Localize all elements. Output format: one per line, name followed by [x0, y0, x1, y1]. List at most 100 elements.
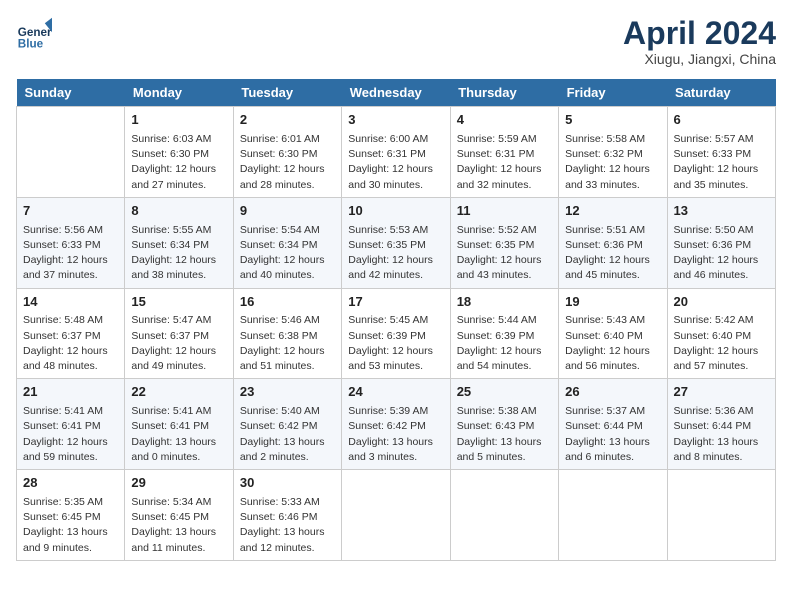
- day-number: 2: [240, 111, 335, 130]
- day-number: 4: [457, 111, 552, 130]
- calendar-cell: 21Sunrise: 5:41 AM Sunset: 6:41 PM Dayli…: [17, 379, 125, 470]
- day-number: 10: [348, 202, 443, 221]
- weekday-header: Sunday: [17, 79, 125, 107]
- day-number: 21: [23, 383, 118, 402]
- day-number: 15: [131, 293, 226, 312]
- day-info: Sunrise: 5:35 AM Sunset: 6:45 PM Dayligh…: [23, 495, 118, 556]
- day-info: Sunrise: 5:57 AM Sunset: 6:33 PM Dayligh…: [674, 132, 769, 193]
- title-block: April 2024 Xiugu, Jiangxi, China: [623, 16, 776, 67]
- calendar-cell: 6 Sunrise: 5:57 AM Sunset: 6:33 PM Daylig…: [667, 107, 775, 198]
- day-info: Sunrise: 5:53 AM Sunset: 6:35 PM Dayligh…: [348, 223, 443, 284]
- calendar-cell: 24 Sunrise: 5:39 AM Sunset: 6:42 PM Dayli…: [342, 379, 450, 470]
- day-number: 11: [457, 202, 552, 221]
- calendar-cell: [450, 470, 558, 561]
- weekday-header: Monday: [125, 79, 233, 107]
- day-info: Sunrise: 5:50 AM Sunset: 6:36 PM Dayligh…: [674, 223, 769, 284]
- calendar-cell: 25Sunrise: 5:38 AM Sunset: 6:43 PM Dayli…: [450, 379, 558, 470]
- calendar-cell: 12 Sunrise: 5:51 AM Sunset: 6:36 PM Dayli…: [559, 197, 667, 288]
- calendar-cell: 2Sunrise: 6:01 AM Sunset: 6:30 PM Daylig…: [233, 107, 341, 198]
- day-number: 23: [240, 383, 335, 402]
- day-info: Sunrise: 5:43 AM Sunset: 6:40 PM Dayligh…: [565, 313, 660, 374]
- day-number: 12: [565, 202, 660, 221]
- calendar-cell: [667, 470, 775, 561]
- day-number: 27: [674, 383, 769, 402]
- day-info: Sunrise: 5:42 AM Sunset: 6:40 PM Dayligh…: [674, 313, 769, 374]
- weekday-header: Wednesday: [342, 79, 450, 107]
- calendar-cell: [559, 470, 667, 561]
- day-info: Sunrise: 5:40 AM Sunset: 6:42 PM Dayligh…: [240, 404, 335, 465]
- day-info: Sunrise: 5:54 AM Sunset: 6:34 PM Dayligh…: [240, 223, 335, 284]
- calendar-cell: 26 Sunrise: 5:37 AM Sunset: 6:44 PM Dayli…: [559, 379, 667, 470]
- calendar-cell: 1 Sunrise: 6:03 AM Sunset: 6:30 PM Daylig…: [125, 107, 233, 198]
- day-info: Sunrise: 5:55 AM Sunset: 6:34 PM Dayligh…: [131, 223, 226, 284]
- day-info: Sunrise: 5:56 AM Sunset: 6:33 PM Dayligh…: [23, 223, 118, 284]
- day-number: 17: [348, 293, 443, 312]
- calendar-cell: 13 Sunrise: 5:50 AM Sunset: 6:36 PM Dayli…: [667, 197, 775, 288]
- calendar-cell: 27 Sunrise: 5:36 AM Sunset: 6:44 PM Dayli…: [667, 379, 775, 470]
- calendar-cell: [17, 107, 125, 198]
- calendar-cell: 18Sunrise: 5:44 AM Sunset: 6:39 PM Dayli…: [450, 288, 558, 379]
- calendar-cell: 4 Sunrise: 5:59 AM Sunset: 6:31 PM Daylig…: [450, 107, 558, 198]
- day-number: 18: [457, 293, 552, 312]
- day-info: Sunrise: 5:48 AM Sunset: 6:37 PM Dayligh…: [23, 313, 118, 374]
- day-number: 22: [131, 383, 226, 402]
- day-info: Sunrise: 5:41 AM Sunset: 6:41 PM Dayligh…: [131, 404, 226, 465]
- calendar-cell: 20Sunrise: 5:42 AM Sunset: 6:40 PM Dayli…: [667, 288, 775, 379]
- day-info: Sunrise: 5:38 AM Sunset: 6:43 PM Dayligh…: [457, 404, 552, 465]
- calendar-cell: [342, 470, 450, 561]
- calendar-cell: 11 Sunrise: 5:52 AM Sunset: 6:35 PM Dayli…: [450, 197, 558, 288]
- day-number: 19: [565, 293, 660, 312]
- calendar-cell: 3 Sunrise: 6:00 AM Sunset: 6:31 PM Daylig…: [342, 107, 450, 198]
- day-number: 26: [565, 383, 660, 402]
- calendar-week-row: 21 Sunrise: 5:41 AM Sunset: 6:41 PM Dayli…: [17, 379, 776, 470]
- day-info: Sunrise: 5:47 AM Sunset: 6:37 PM Dayligh…: [131, 313, 226, 374]
- day-number: 9: [240, 202, 335, 221]
- day-info: Sunrise: 5:36 AM Sunset: 6:44 PM Dayligh…: [674, 404, 769, 465]
- day-number: 3: [348, 111, 443, 130]
- day-number: 8: [131, 202, 226, 221]
- weekday-header: Tuesday: [233, 79, 341, 107]
- day-info: Sunrise: 6:03 AM Sunset: 6:30 PM Dayligh…: [131, 132, 226, 193]
- calendar-cell: 15Sunrise: 5:47 AM Sunset: 6:37 PM Dayli…: [125, 288, 233, 379]
- day-number: 20: [674, 293, 769, 312]
- calendar-cell: 5 Sunrise: 5:58 AM Sunset: 6:32 PM Daylig…: [559, 107, 667, 198]
- calendar-cell: 17Sunrise: 5:45 AM Sunset: 6:39 PM Dayli…: [342, 288, 450, 379]
- day-number: 30: [240, 474, 335, 493]
- calendar-week-row: 28 Sunrise: 5:35 AM Sunset: 6:45 PM Dayli…: [17, 470, 776, 561]
- day-number: 14: [23, 293, 118, 312]
- calendar-cell: 9 Sunrise: 5:54 AM Sunset: 6:34 PM Daylig…: [233, 197, 341, 288]
- calendar-cell: 29Sunrise: 5:34 AM Sunset: 6:45 PM Dayli…: [125, 470, 233, 561]
- day-info: Sunrise: 5:58 AM Sunset: 6:32 PM Dayligh…: [565, 132, 660, 193]
- day-number: 7: [23, 202, 118, 221]
- day-number: 5: [565, 111, 660, 130]
- day-info: Sunrise: 5:33 AM Sunset: 6:46 PM Dayligh…: [240, 495, 335, 556]
- calendar-cell: 19Sunrise: 5:43 AM Sunset: 6:40 PM Dayli…: [559, 288, 667, 379]
- weekday-header: Saturday: [667, 79, 775, 107]
- day-info: Sunrise: 5:51 AM Sunset: 6:36 PM Dayligh…: [565, 223, 660, 284]
- calendar-cell: 7 Sunrise: 5:56 AM Sunset: 6:33 PM Daylig…: [17, 197, 125, 288]
- calendar-cell: 10 Sunrise: 5:53 AM Sunset: 6:35 PM Dayli…: [342, 197, 450, 288]
- day-info: Sunrise: 6:00 AM Sunset: 6:31 PM Dayligh…: [348, 132, 443, 193]
- day-info: Sunrise: 5:46 AM Sunset: 6:38 PM Dayligh…: [240, 313, 335, 374]
- calendar-week-row: 7 Sunrise: 5:56 AM Sunset: 6:33 PM Daylig…: [17, 197, 776, 288]
- day-number: 28: [23, 474, 118, 493]
- day-info: Sunrise: 5:45 AM Sunset: 6:39 PM Dayligh…: [348, 313, 443, 374]
- calendar-table: SundayMondayTuesdayWednesdayThursdayFrid…: [16, 79, 776, 561]
- day-number: 13: [674, 202, 769, 221]
- logo: General Blue: [16, 16, 52, 52]
- day-info: Sunrise: 5:52 AM Sunset: 6:35 PM Dayligh…: [457, 223, 552, 284]
- calendar-week-row: 1 Sunrise: 6:03 AM Sunset: 6:30 PM Daylig…: [17, 107, 776, 198]
- weekday-header: Friday: [559, 79, 667, 107]
- day-number: 24: [348, 383, 443, 402]
- day-info: Sunrise: 5:59 AM Sunset: 6:31 PM Dayligh…: [457, 132, 552, 193]
- svg-text:Blue: Blue: [18, 38, 44, 51]
- day-number: 29: [131, 474, 226, 493]
- day-number: 6: [674, 111, 769, 130]
- calendar-cell: 22 Sunrise: 5:41 AM Sunset: 6:41 PM Dayli…: [125, 379, 233, 470]
- weekday-header-row: SundayMondayTuesdayWednesdayThursdayFrid…: [17, 79, 776, 107]
- calendar-cell: 8 Sunrise: 5:55 AM Sunset: 6:34 PM Daylig…: [125, 197, 233, 288]
- day-number: 1: [131, 111, 226, 130]
- day-info: Sunrise: 5:39 AM Sunset: 6:42 PM Dayligh…: [348, 404, 443, 465]
- location: Xiugu, Jiangxi, China: [623, 51, 776, 67]
- day-info: Sunrise: 5:37 AM Sunset: 6:44 PM Dayligh…: [565, 404, 660, 465]
